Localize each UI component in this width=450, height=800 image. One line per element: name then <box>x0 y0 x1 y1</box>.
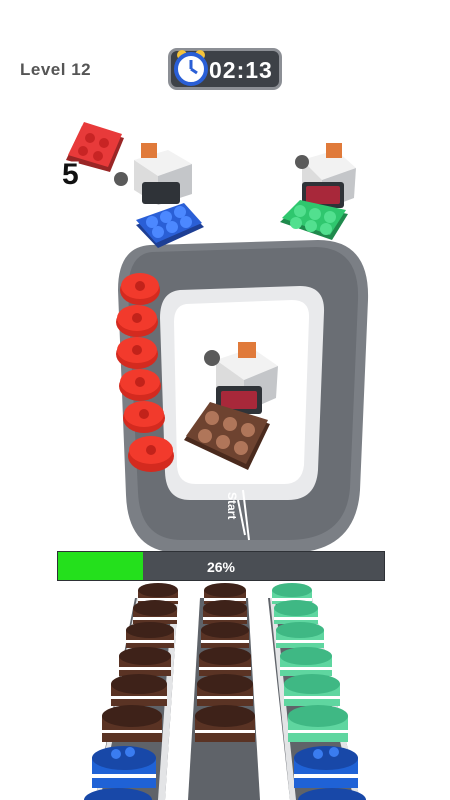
start-label: Start <box>225 492 239 519</box>
cake-icon <box>280 647 332 676</box>
cake-icon <box>126 622 174 648</box>
cake-icon <box>119 369 161 401</box>
cake-column-3 <box>272 583 366 800</box>
cake-icon <box>288 705 348 742</box>
cake-icon <box>111 674 167 706</box>
cake-icon <box>123 401 165 433</box>
cake-icon <box>116 305 158 337</box>
alarm-clock-icon <box>174 50 208 86</box>
cake-icon <box>119 647 171 676</box>
cake-machine-blue <box>114 143 204 248</box>
cake-icon <box>133 600 177 624</box>
cake-icon <box>199 647 251 676</box>
cake-machine-icon <box>114 143 192 205</box>
tray-icon <box>136 203 204 248</box>
cake-icon <box>201 622 249 648</box>
cake-icon <box>284 674 340 706</box>
cake-icon <box>92 746 156 788</box>
cake-column-2 <box>195 583 255 742</box>
cake-icon <box>294 746 358 788</box>
progress-label: 26% <box>206 559 236 575</box>
cake-icon <box>197 674 253 706</box>
cake-icon <box>274 600 318 624</box>
timer-panel: 02:13 <box>168 48 282 90</box>
cake-machine-green <box>280 143 356 240</box>
cake-icon <box>120 273 160 305</box>
cake-icon <box>203 600 247 624</box>
progress-bar: 26% <box>57 551 385 581</box>
cake-icon <box>195 705 255 742</box>
level-label: Level 12 <box>20 60 92 79</box>
game-scene: Start <box>66 122 369 800</box>
cake-icon <box>128 436 174 472</box>
cake-machine-icon <box>295 143 356 210</box>
cake-icon <box>276 622 324 648</box>
timer-text: 02:13 <box>209 57 273 83</box>
cake-icon <box>116 337 158 369</box>
cake-icon <box>102 705 162 742</box>
tray-count: 5 <box>62 158 79 191</box>
